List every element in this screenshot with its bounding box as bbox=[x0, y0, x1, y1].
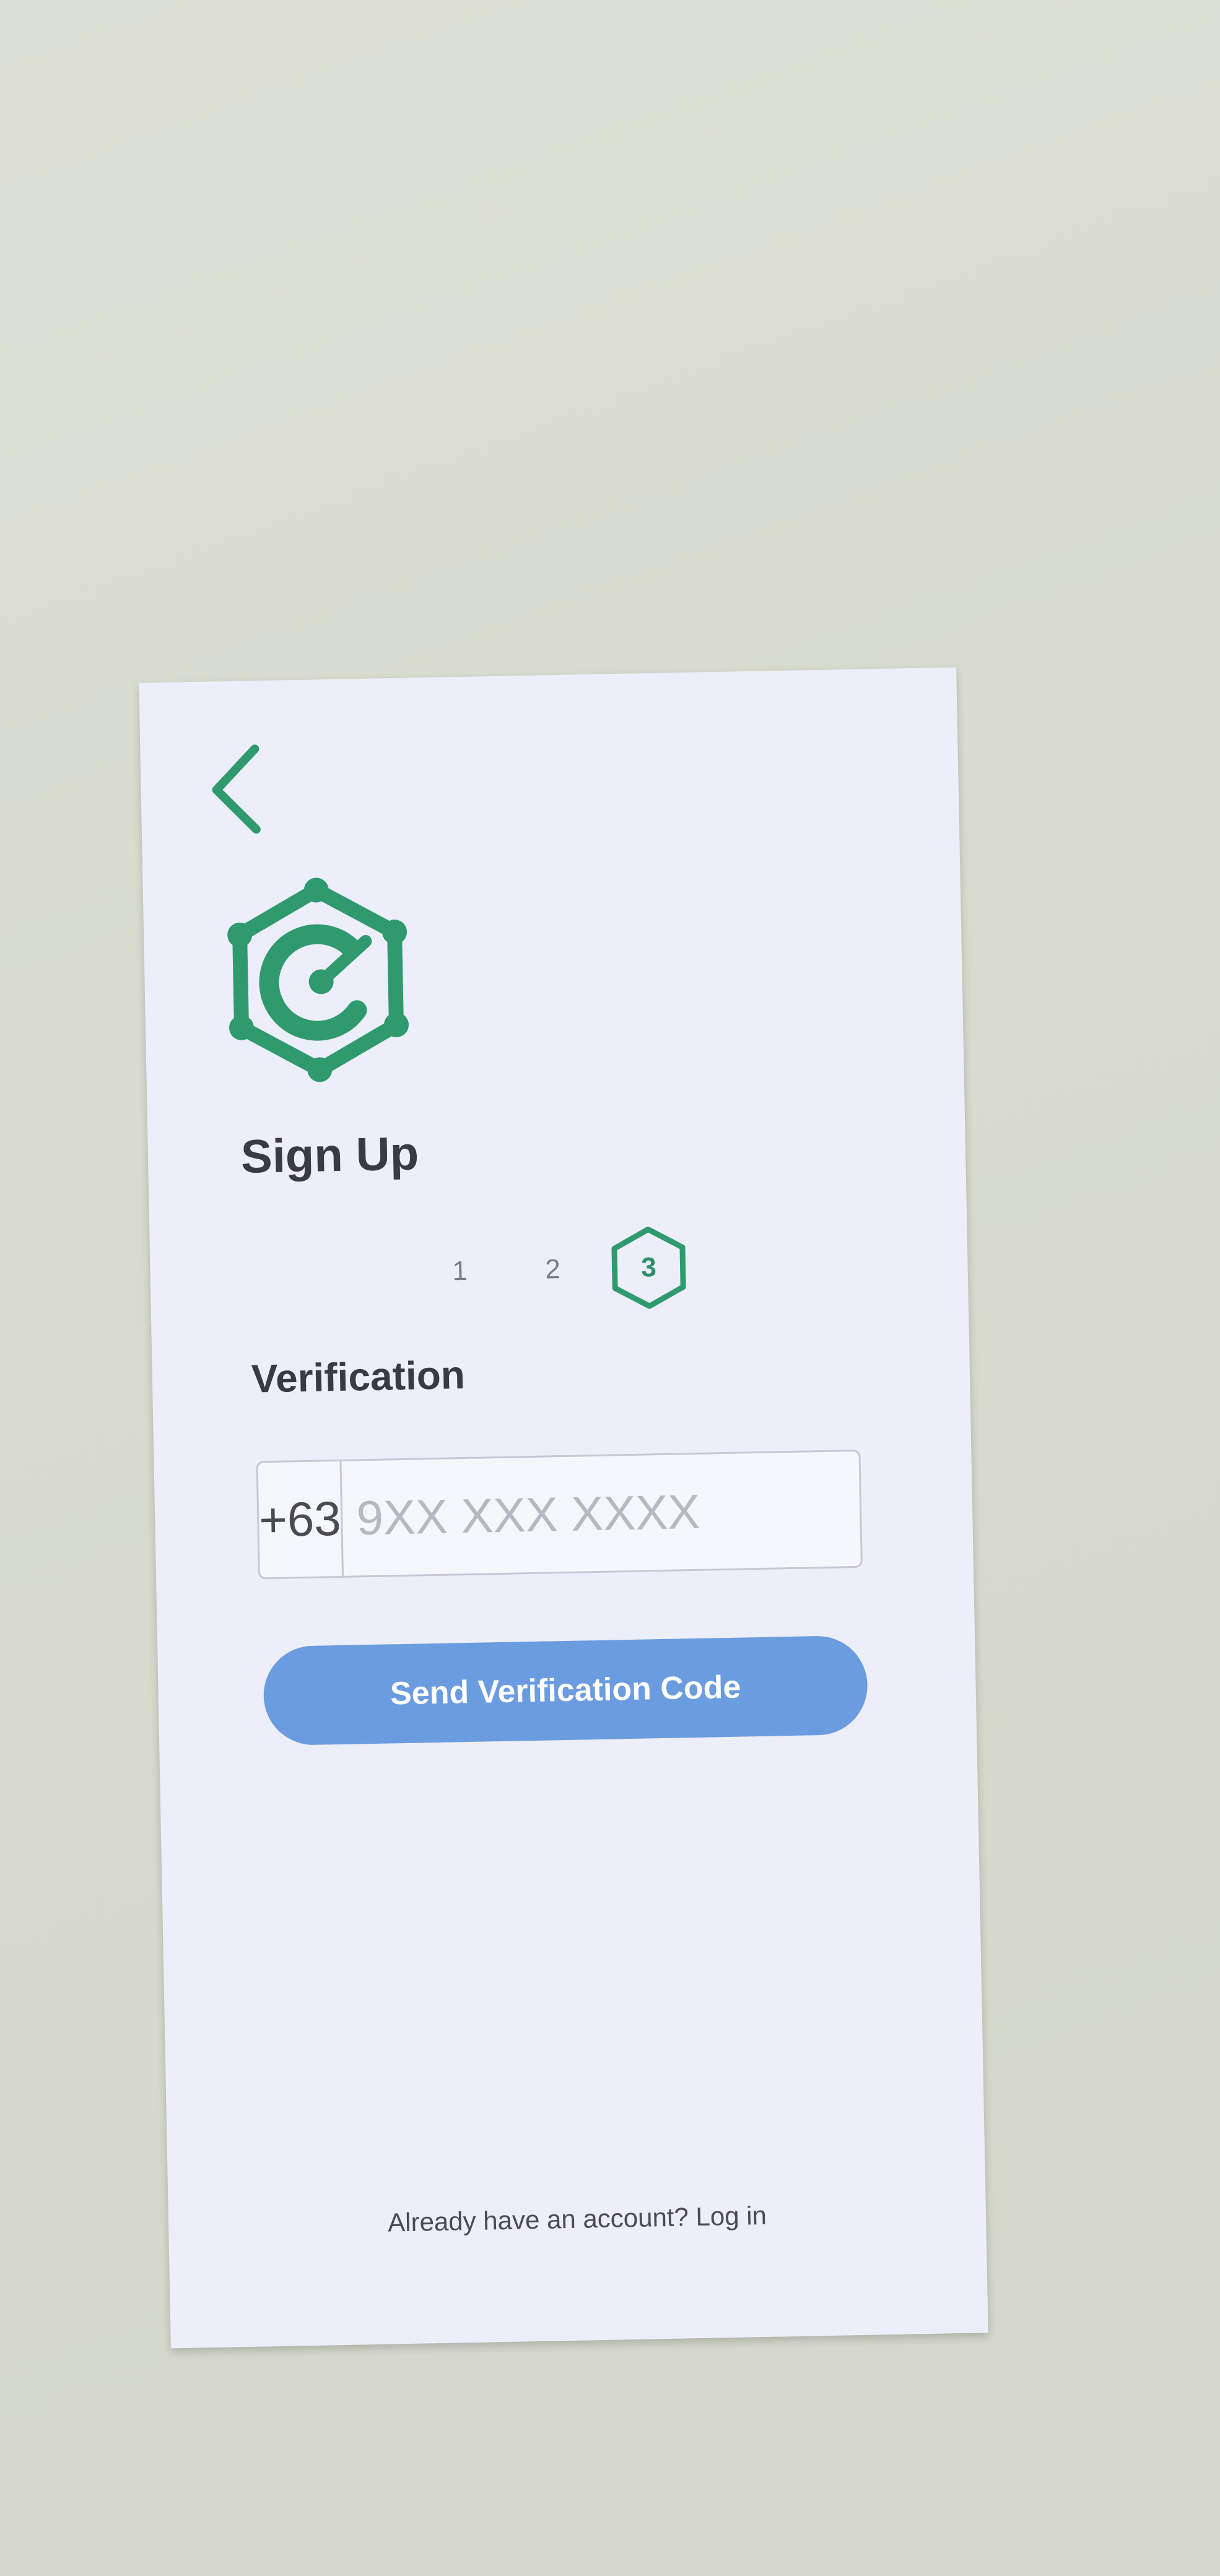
step-2: 2 bbox=[544, 1254, 561, 1285]
step-3-label: 3 bbox=[640, 1252, 657, 1283]
page-title: Sign Up bbox=[240, 1127, 419, 1183]
signup-screen: Sign Up 1 2 3 Verification +63 Send Veri… bbox=[139, 667, 988, 2349]
chevron-left-icon bbox=[212, 744, 261, 834]
phone-number-input[interactable] bbox=[341, 1449, 980, 1576]
send-verification-code-button[interactable]: Send Verification Code bbox=[263, 1635, 869, 1746]
back-button[interactable] bbox=[208, 742, 266, 837]
phone-number-field: +63 bbox=[256, 1449, 980, 1580]
section-title: Verification bbox=[251, 1352, 466, 1401]
app-logo bbox=[217, 876, 419, 1090]
step-1: 1 bbox=[451, 1255, 468, 1287]
step-3-current: 3 bbox=[608, 1224, 690, 1312]
country-code-selector[interactable]: +63 bbox=[258, 1461, 344, 1578]
login-link[interactable]: Already have an account? Log in bbox=[168, 2196, 987, 2242]
hexagon-c-logo-icon bbox=[227, 877, 409, 1082]
step-indicator: 1 2 3 bbox=[440, 1224, 702, 1315]
